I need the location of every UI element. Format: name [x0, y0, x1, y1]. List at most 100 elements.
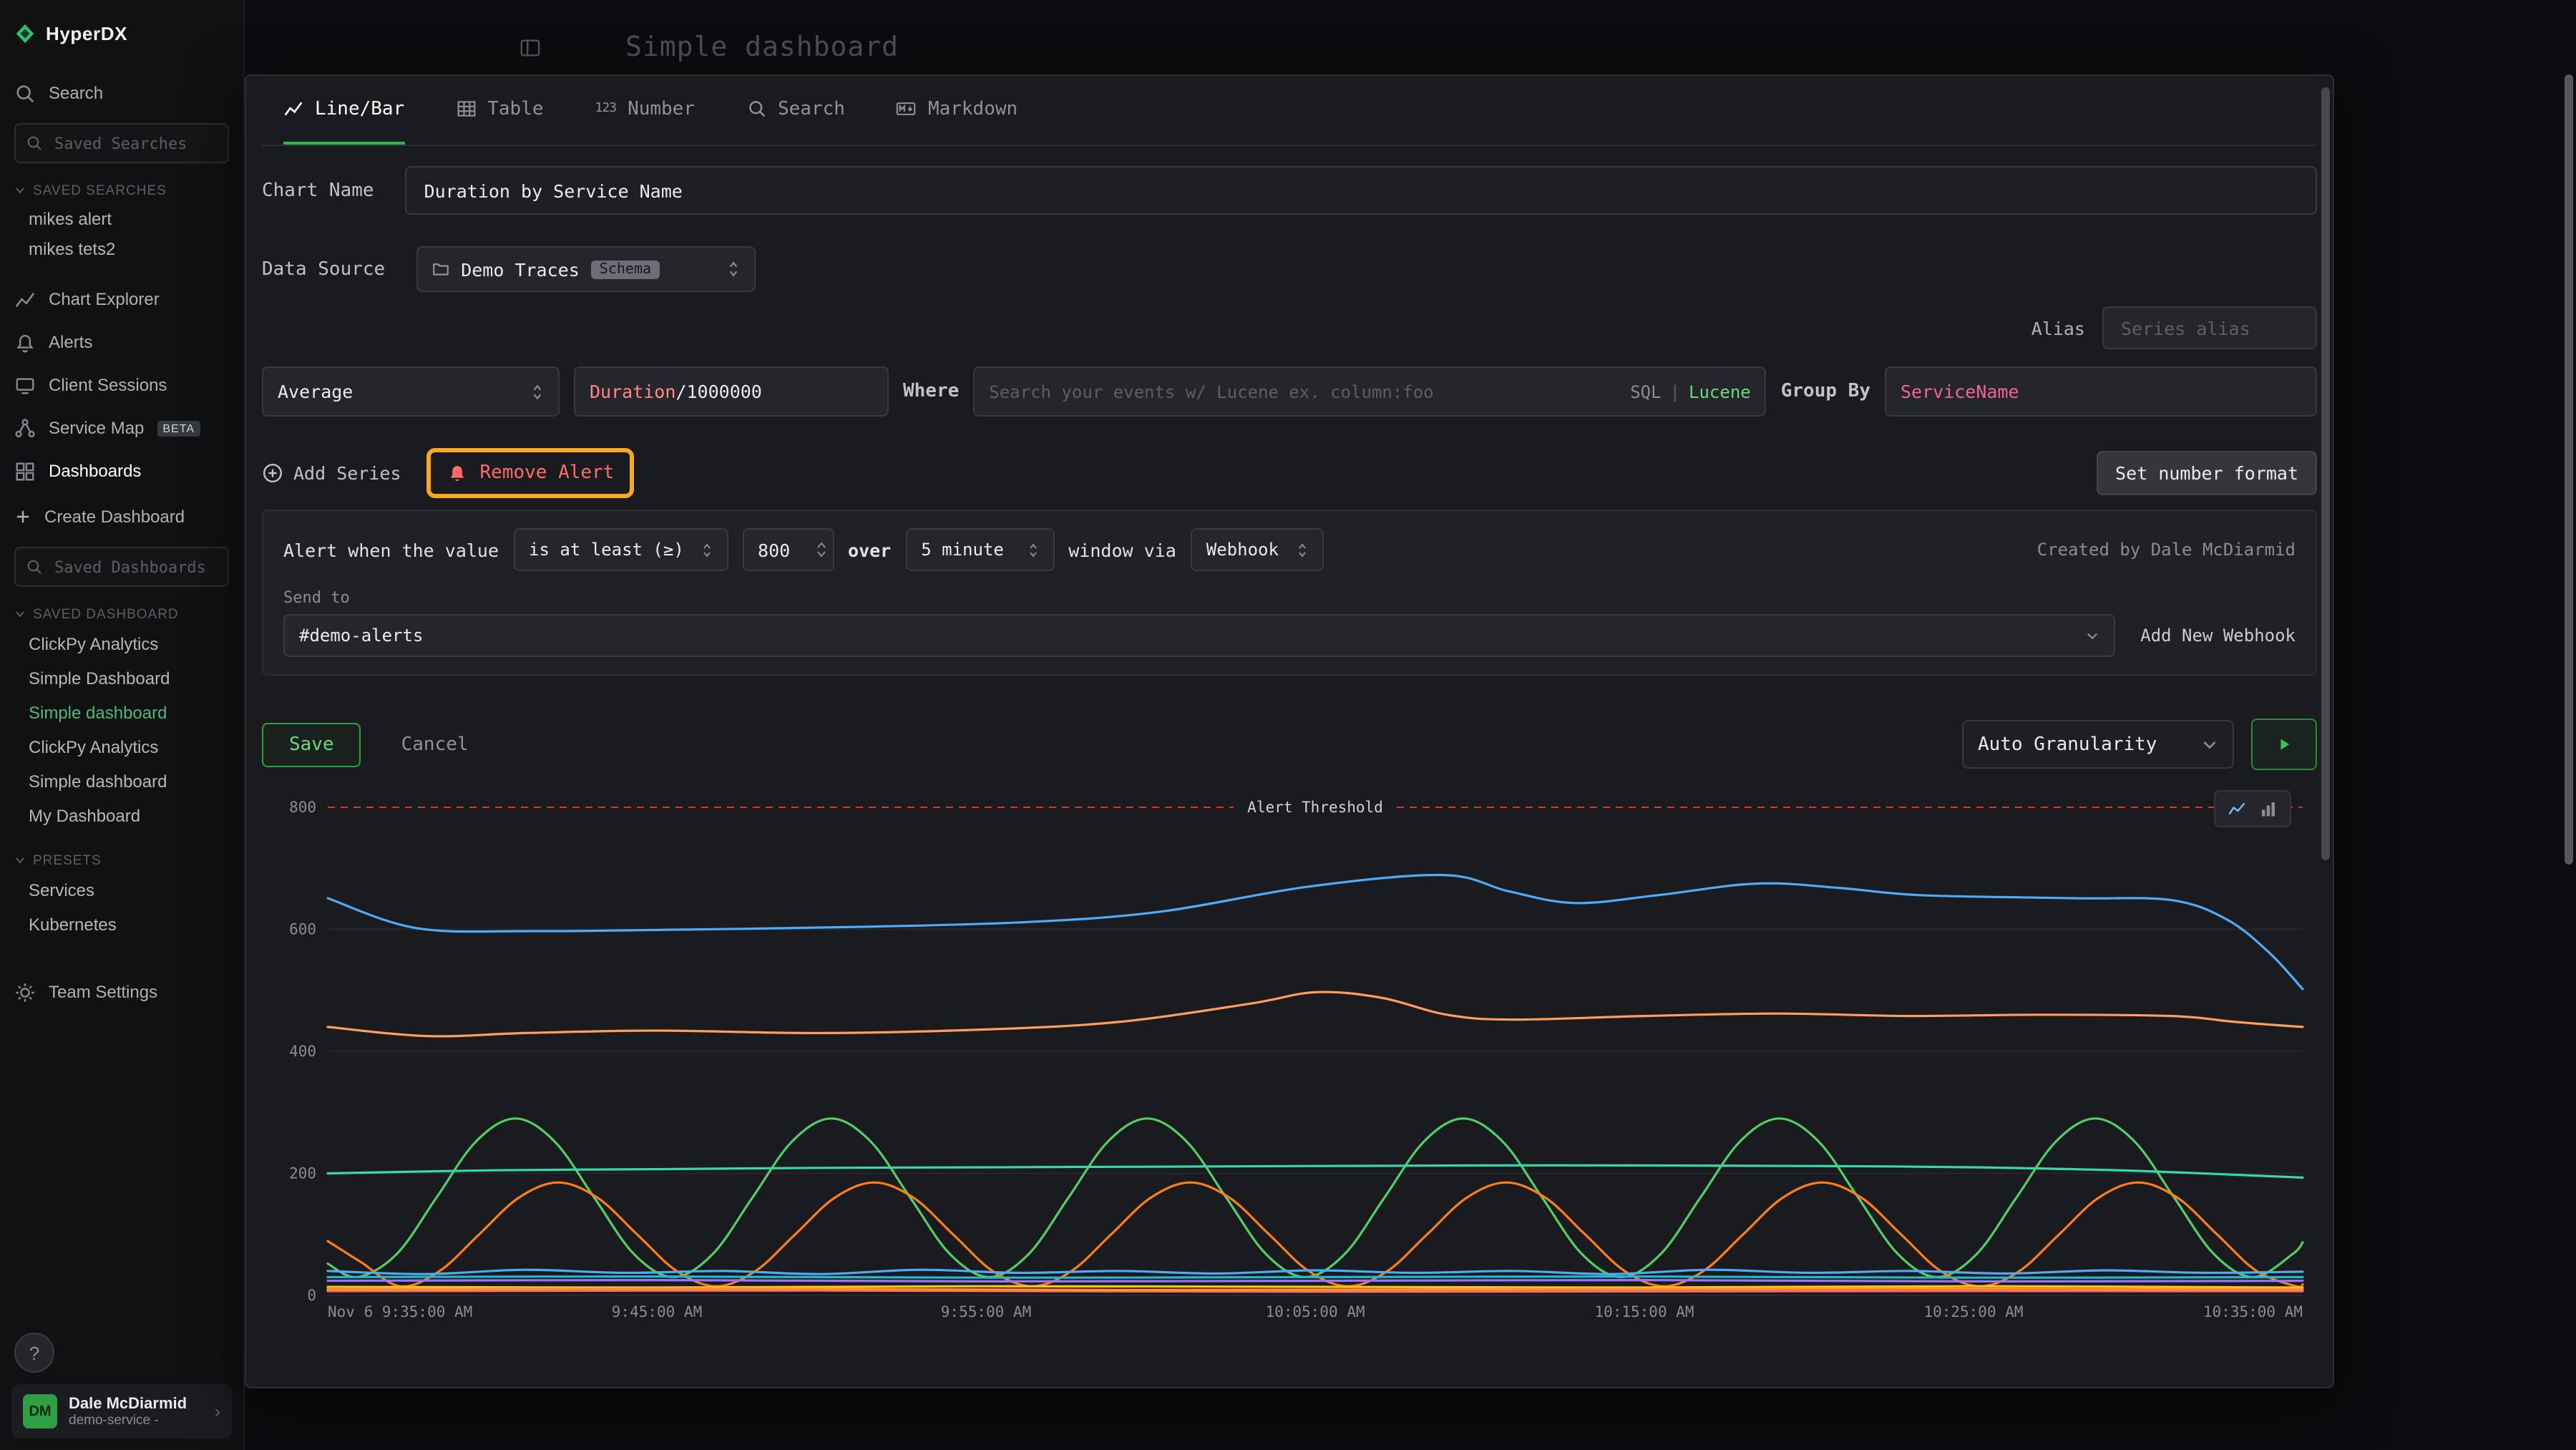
saved-search-item[interactable]: mikes alert — [14, 203, 229, 233]
alert-channel-type-select[interactable]: Webhook — [1191, 528, 1324, 571]
hyperdx-logo — [14, 22, 36, 44]
tab-search[interactable]: Search — [746, 76, 845, 145]
sidebar-item-chart-explorer[interactable]: Chart Explorer — [14, 278, 229, 321]
svg-text:10:25:00 AM: 10:25:00 AM — [1923, 1303, 2023, 1320]
line-chart-icon — [2228, 800, 2245, 817]
help-button[interactable]: ? — [14, 1333, 54, 1373]
dashboard-list-item[interactable]: ClickPy Analytics — [14, 627, 229, 661]
run-chart-button[interactable] — [2251, 719, 2317, 770]
cancel-button[interactable]: Cancel — [401, 734, 469, 755]
sidebar-item-search[interactable]: Search — [14, 74, 229, 112]
dashboard-list-item[interactable]: Simple Dashboard — [14, 661, 229, 696]
svg-text:Nov 6 9:35:00 AM: Nov 6 9:35:00 AM — [328, 1303, 472, 1320]
markdown-icon — [897, 99, 917, 119]
number-stepper[interactable] — [815, 541, 826, 558]
chart-type-toggle[interactable] — [2214, 790, 2291, 827]
alert-config-panel: Alert when the value is at least (≥) 800… — [262, 510, 2317, 676]
svg-text:Alert Threshold: Alert Threshold — [1247, 799, 1383, 816]
sidebar-item-service-map[interactable]: Service Map BETA — [14, 407, 229, 449]
where-search-field[interactable]: Search your events w/ Lucene ex. column:… — [973, 366, 1766, 417]
search-icon — [746, 99, 766, 119]
saved-searches-search[interactable] — [14, 123, 229, 163]
preset-item[interactable]: Services — [14, 873, 229, 908]
field-suffix: /1000000 — [675, 381, 761, 402]
dashboard-list-item-active[interactable]: Simple dashboard — [14, 696, 229, 730]
alert-window-select[interactable]: 5 minute — [905, 528, 1054, 571]
monitor-icon — [14, 374, 36, 396]
saved-dashboards-search[interactable] — [14, 547, 229, 587]
svg-text:10:05:00 AM: 10:05:00 AM — [1265, 1303, 1365, 1320]
add-series-button[interactable]: Add Series — [262, 462, 401, 484]
group-by-label: Group By — [1781, 381, 1870, 402]
sidebar-item-alerts[interactable]: Alerts — [14, 321, 229, 364]
saved-searches-header[interactable]: SAVED SEARCHES — [14, 177, 229, 203]
where-label: Where — [903, 381, 959, 402]
chart-name-input[interactable] — [421, 178, 2301, 203]
field-input[interactable]: Duration/1000000 — [574, 366, 889, 417]
sidebar: HyperDX Search SAVED SEARCHES mikes aler… — [0, 0, 245, 1450]
chevron-down-icon — [2084, 628, 2099, 643]
dashboard-list-item[interactable]: Simple dashboard — [14, 764, 229, 799]
sql-toggle[interactable]: SQL — [1630, 381, 1661, 402]
add-new-webhook-link[interactable]: Add New Webhook — [2140, 626, 2296, 646]
search-icon — [26, 135, 43, 152]
chevron-right-icon: › — [215, 1401, 220, 1421]
svg-text:200: 200 — [289, 1165, 316, 1182]
line-chart-icon — [283, 99, 303, 119]
sidebar-item-team-settings[interactable]: Team Settings — [14, 970, 229, 1013]
tab-markdown[interactable]: Markdown — [897, 76, 1018, 145]
chart-preview-area: 0200400600800Nov 6 9:35:00 AM9:45:00 AM9… — [262, 787, 2317, 1387]
sidebar-item-client-sessions[interactable]: Client Sessions — [14, 364, 229, 407]
user-menu[interactable]: DM Dale McDiarmid demo-service - › — [11, 1384, 232, 1439]
bell-icon — [14, 331, 36, 353]
alias-input[interactable] — [2118, 316, 2301, 340]
set-number-format-button[interactable]: Set number format — [2097, 451, 2317, 495]
app-name: HyperDX — [46, 22, 127, 44]
chart-name-field — [406, 166, 2317, 215]
alert-condition-select[interactable]: is at least (≥) — [513, 528, 728, 571]
remove-alert-button[interactable]: Remove Alert — [439, 457, 623, 490]
saved-searches-input[interactable] — [52, 132, 218, 154]
modal-scrollbar[interactable] — [2321, 87, 2330, 860]
tab-table[interactable]: Table — [456, 76, 543, 145]
aggregation-select[interactable]: Average — [262, 366, 560, 417]
service-map-icon — [14, 417, 36, 439]
create-dashboard-button[interactable]: Create Dashboard — [14, 498, 229, 535]
svg-text:10:35:00 AM: 10:35:00 AM — [2203, 1303, 2303, 1320]
data-source-value: Demo Traces — [461, 258, 580, 280]
duration-by-service-chart: 0200400600800Nov 6 9:35:00 AM9:45:00 AM9… — [262, 787, 2314, 1328]
avatar: DM — [23, 1394, 57, 1429]
data-source-select[interactable]: Demo Traces Schema — [416, 246, 756, 292]
lucene-toggle[interactable]: Lucene — [1689, 381, 1751, 402]
presets-header[interactable]: PRESETS — [14, 847, 229, 873]
user-org: demo-service - — [69, 1412, 187, 1428]
saved-dashboards-input[interactable] — [52, 556, 218, 578]
dashboards-icon — [14, 460, 36, 482]
user-name: Dale McDiarmid — [69, 1395, 187, 1412]
group-by-input[interactable]: ServiceName — [1885, 366, 2317, 417]
chevron-updown-icon — [1297, 542, 1308, 558]
save-button[interactable]: Save — [262, 722, 361, 767]
saved-search-item[interactable]: mikes tets2 — [14, 233, 229, 263]
schema-badge: Schema — [591, 260, 660, 278]
alert-threshold-input[interactable]: 800 — [742, 528, 834, 571]
search-icon — [14, 82, 36, 104]
chevron-down-icon — [14, 855, 26, 866]
circle-plus-icon — [262, 462, 283, 484]
bell-icon — [447, 462, 469, 484]
page-scrollbar[interactable] — [2565, 74, 2573, 865]
saved-dashboards-header[interactable]: SAVED DASHBOARD — [14, 601, 229, 627]
tab-number[interactable]: 123 Number — [595, 76, 695, 145]
chevron-down-icon — [2201, 736, 2218, 753]
field-name: Duration — [590, 381, 675, 402]
chevron-updown-icon — [1027, 542, 1038, 558]
svg-text:10:15:00 AM: 10:15:00 AM — [1594, 1303, 1694, 1320]
table-icon — [456, 99, 476, 119]
dashboard-list-item[interactable]: ClickPy Analytics — [14, 730, 229, 764]
sidebar-item-dashboards[interactable]: Dashboards — [14, 449, 229, 492]
tab-line-bar[interactable]: Line/Bar — [283, 76, 404, 145]
preset-item[interactable]: Kubernetes — [14, 908, 229, 942]
granularity-select[interactable]: Auto Granularity — [1962, 720, 2234, 769]
webhook-channel-select[interactable]: #demo-alerts — [283, 614, 2114, 657]
dashboard-list-item[interactable]: My Dashboard — [14, 799, 229, 833]
